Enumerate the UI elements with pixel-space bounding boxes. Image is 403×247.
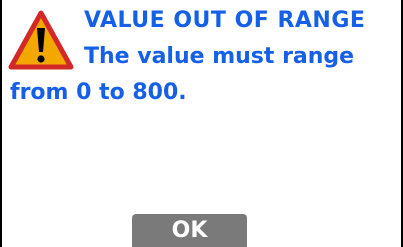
alert-dialog: VALUE OUT OF RANGE The value must range … xyxy=(0,0,403,247)
dialog-title: VALUE OUT OF RANGE xyxy=(84,8,366,33)
ok-button[interactable]: OK xyxy=(132,214,247,247)
dialog-message-line-1: The value must range xyxy=(84,44,355,69)
dialog-message-line-2: from 0 to 800. xyxy=(10,80,187,105)
warning-icon xyxy=(8,10,74,70)
